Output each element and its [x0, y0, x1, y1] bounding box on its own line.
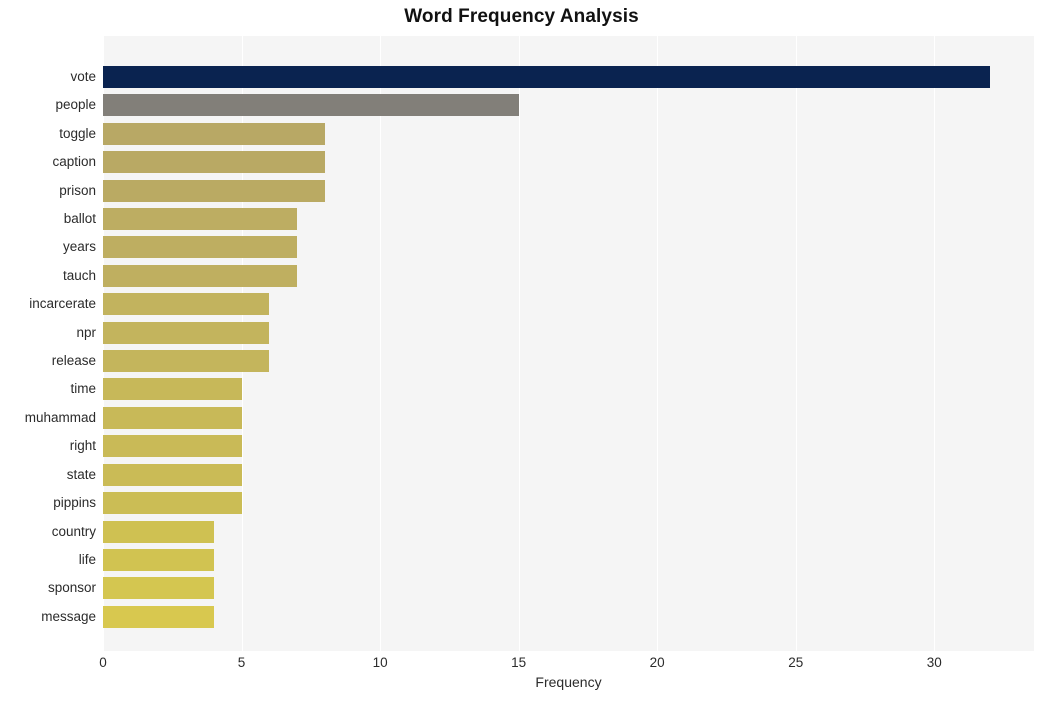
bar-message[interactable]: [103, 605, 214, 628]
y-tick-label-vote: vote: [70, 69, 96, 84]
bar-row[interactable]: [103, 375, 1034, 403]
x-tick-label-25: 25: [788, 655, 804, 670]
y-tick-label-caption: caption: [52, 154, 96, 170]
y-tick-label-time: time: [70, 381, 96, 397]
bar-release[interactable]: [103, 350, 270, 373]
y-tick-label-people: people: [55, 97, 96, 113]
bar-caption[interactable]: [103, 151, 325, 174]
y-tick-label-incarcerate: incarcerate: [29, 296, 96, 312]
x-tick-label-30: 30: [926, 655, 942, 670]
bar-time[interactable]: [103, 378, 242, 401]
bar-row[interactable]: [103, 319, 1034, 347]
y-tick-label-muhammad: muhammad: [24, 409, 96, 425]
bar-row[interactable]: [103, 290, 1034, 318]
x-tick-label-0: 0: [99, 655, 107, 670]
chart-title: Word Frequency Analysis: [404, 6, 639, 27]
word-frequency-chart: Word Frequency Analysis vote people toggle…: [0, 0, 1043, 701]
bar-row[interactable]: [103, 546, 1034, 574]
bar-row[interactable]: [103, 461, 1034, 489]
bar-prison[interactable]: [103, 179, 325, 202]
y-axis-labels: vote people toggle caption prison ballot years…: [0, 36, 96, 651]
bars-layer: [103, 36, 1034, 651]
bar-life[interactable]: [103, 548, 214, 571]
bar-row[interactable]: [103, 205, 1034, 233]
bar-pippins[interactable]: [103, 492, 242, 515]
x-tick-label-10: 10: [372, 655, 388, 670]
x-tick-label-15: 15: [511, 655, 527, 670]
bar-people[interactable]: [103, 94, 519, 117]
bar-tauch[interactable]: [103, 264, 297, 287]
bar-incarcerate[interactable]: [103, 293, 270, 316]
bar-row[interactable]: [103, 177, 1034, 205]
bar-row[interactable]: [103, 518, 1034, 546]
bar-row[interactable]: [103, 233, 1034, 261]
y-tick-label-years: years: [62, 239, 96, 255]
x-tick-label-5: 5: [237, 655, 246, 670]
y-tick-label-message: message: [41, 608, 96, 624]
bar-row[interactable]: [103, 574, 1034, 602]
bar-row[interactable]: [103, 148, 1034, 176]
y-tick-label-ballot: ballot: [63, 211, 96, 227]
x-tick-label-20: 20: [649, 655, 665, 670]
bar-country[interactable]: [103, 520, 214, 543]
bar-row[interactable]: [103, 404, 1034, 432]
bar-row[interactable]: [103, 91, 1034, 119]
bar-row[interactable]: [103, 262, 1034, 290]
bar-row[interactable]: [103, 347, 1034, 375]
bar-row[interactable]: [103, 603, 1034, 631]
bar-sponsor[interactable]: [103, 577, 214, 600]
bar-right[interactable]: [103, 435, 242, 458]
bar-state[interactable]: [103, 463, 242, 486]
y-tick-label-pippins: pippins: [53, 495, 96, 511]
y-tick-label-country: country: [51, 523, 96, 539]
y-tick-label-life: life: [78, 551, 96, 567]
y-tick-label-right: right: [69, 438, 96, 454]
y-tick-label-npr: npr: [76, 324, 96, 340]
bar-ballot[interactable]: [103, 208, 297, 231]
y-tick-label-prison: prison: [59, 182, 96, 198]
bar-npr[interactable]: [103, 321, 270, 344]
y-tick-label-sponsor: sponsor: [47, 580, 96, 596]
x-axis-title: Frequency: [535, 674, 602, 690]
y-tick-label-toggle: toggle: [59, 125, 96, 141]
bar-row[interactable]: [103, 120, 1034, 148]
bar-toggle[interactable]: [103, 122, 325, 145]
bar-row[interactable]: [103, 489, 1034, 517]
bar-muhammad[interactable]: [103, 406, 242, 429]
bar-years[interactable]: [103, 236, 297, 259]
bar-vote[interactable]: [103, 66, 990, 88]
y-tick-label-release: release: [51, 353, 96, 369]
bar-row[interactable]: [103, 63, 1034, 91]
y-tick-label-state: state: [66, 466, 96, 482]
y-tick-label-tauch: tauch: [62, 267, 96, 283]
bar-row[interactable]: [103, 432, 1034, 460]
